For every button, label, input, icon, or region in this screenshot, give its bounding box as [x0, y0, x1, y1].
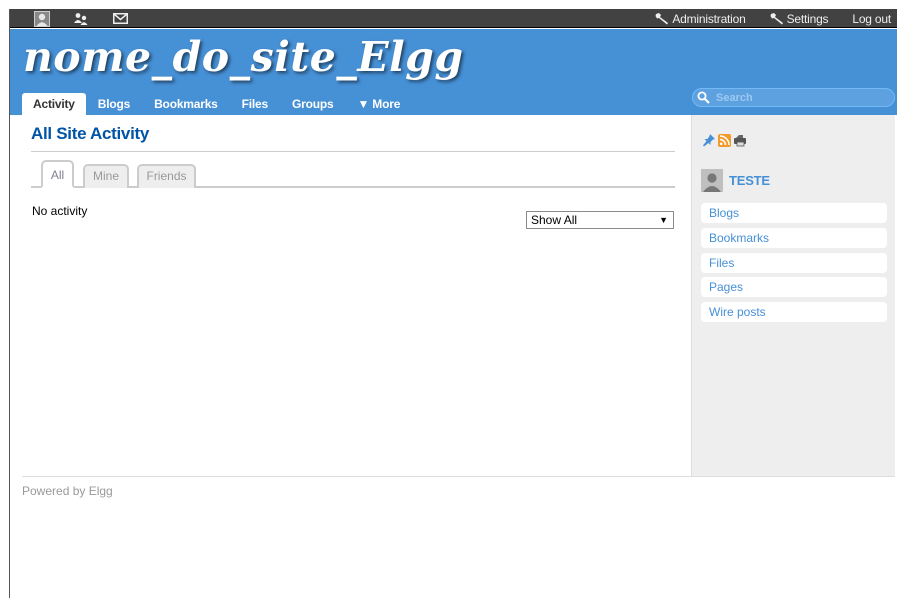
pin-icon[interactable] — [702, 133, 716, 147]
rss-icon[interactable] — [718, 133, 731, 147]
owner-menu-item-files[interactable]: Files — [701, 252, 887, 273]
page-frame: Administration Settings Log out nome_do_… — [9, 9, 897, 598]
tab-all[interactable]: All — [41, 160, 74, 188]
owner-name[interactable]: TESTE — [729, 173, 770, 188]
administration-link[interactable]: Administration — [655, 11, 746, 26]
sidebar-extras — [702, 133, 750, 147]
administration-label: Administration — [672, 11, 746, 26]
footer-divider — [22, 476, 895, 477]
title-divider — [31, 151, 675, 152]
settings-label: Settings — [786, 11, 829, 26]
friends-icon[interactable] — [71, 9, 91, 28]
owner-block: TESTE — [701, 169, 770, 192]
activity-tabs: All Mine Friends — [31, 160, 675, 188]
menu-item-activity[interactable]: Activity — [22, 93, 86, 115]
main-content: All Site Activity All Mine Friends No ac… — [10, 115, 691, 476]
mail-icon[interactable] — [110, 9, 130, 28]
settings-link[interactable]: Settings — [770, 12, 829, 26]
empty-message: No activity — [32, 204, 88, 218]
menu-item-more[interactable]: ▼ More — [345, 93, 412, 115]
topbar: Administration Settings Log out — [10, 9, 897, 28]
site-menu: Activity Blogs Bookmarks Files Groups ▼ … — [22, 93, 412, 115]
avatar-icon[interactable] — [32, 9, 52, 28]
owner-avatar[interactable] — [701, 169, 723, 192]
print-icon[interactable] — [733, 134, 748, 147]
header: nome_do_site_Elgg Activity Blogs Bookmar… — [10, 29, 897, 115]
menu-item-groups[interactable]: Groups — [280, 93, 345, 115]
tab-friends[interactable]: Friends — [137, 164, 196, 188]
topbar-left — [32, 9, 149, 28]
topbar-right: Administration Settings Log out — [631, 9, 891, 28]
page-title: All Site Activity — [31, 124, 150, 143]
menu-item-files[interactable]: Files — [230, 93, 280, 115]
activity-filter-select[interactable]: Show All ▼ — [526, 211, 674, 229]
owner-menu-item-pages[interactable]: Pages — [701, 277, 887, 298]
owner-menu-item-wire-posts[interactable]: Wire posts — [701, 302, 887, 323]
tab-mine[interactable]: Mine — [83, 164, 129, 188]
logout-link[interactable]: Log out — [852, 12, 891, 26]
site-name[interactable]: nome_do_site_Elgg — [23, 33, 463, 81]
menu-item-bookmarks[interactable]: Bookmarks — [142, 93, 230, 115]
owner-menu-item-bookmarks[interactable]: Bookmarks — [701, 227, 887, 248]
dropdown-arrow-icon: ▼ — [659, 215, 668, 225]
wrench-icon — [770, 13, 783, 25]
footer-text[interactable]: Powered by Elgg — [22, 484, 113, 498]
sidebar: TESTE Blogs Bookmarks Files Pages Wire p… — [691, 115, 895, 476]
owner-menu: Blogs Bookmarks Files Pages Wire posts — [701, 203, 887, 327]
activity-filter-value: Show All — [531, 213, 578, 227]
wrench-icon — [655, 13, 669, 25]
owner-menu-item-blogs[interactable]: Blogs — [701, 203, 887, 223]
search-box — [692, 88, 895, 107]
search-icon — [697, 91, 710, 104]
menu-item-blogs[interactable]: Blogs — [86, 93, 142, 115]
search-input[interactable] — [716, 91, 886, 104]
